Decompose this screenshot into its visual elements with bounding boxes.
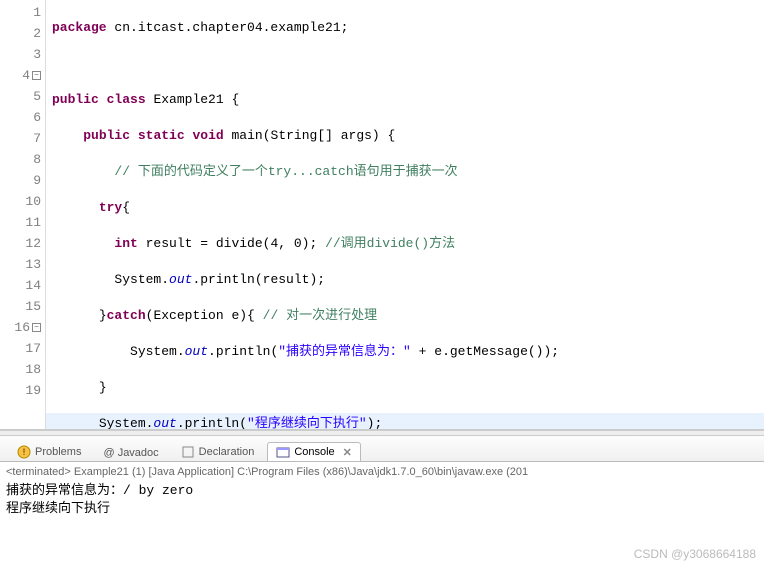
gutter-line: 1 bbox=[0, 2, 45, 23]
watermark: CSDN @y3068664188 bbox=[634, 547, 756, 561]
gutter-line: 3 bbox=[0, 44, 45, 65]
code-editor: 1 2 3 4− 5 6 7 8 9 10 11 12 13 14 15 16−… bbox=[0, 0, 764, 430]
gutter-line: 13 bbox=[0, 254, 45, 275]
gutter-line: 7 bbox=[0, 128, 45, 149]
code-line: int result = divide(4, 0); //调用divide()方… bbox=[46, 233, 764, 254]
gutter-line: 12 bbox=[0, 233, 45, 254]
fold-icon[interactable]: − bbox=[32, 323, 41, 332]
tab-console[interactable]: Console ✕ bbox=[267, 442, 361, 461]
code-line: public static void main(String[] args) { bbox=[46, 125, 764, 146]
gutter-line: 8 bbox=[0, 149, 45, 170]
fold-icon[interactable]: − bbox=[32, 71, 41, 80]
gutter-line: 11 bbox=[0, 212, 45, 233]
gutter-line: 6 bbox=[0, 107, 45, 128]
code-line-current: System.out.println("程序继续向下执行"); bbox=[46, 413, 764, 429]
gutter-line: 5 bbox=[0, 86, 45, 107]
gutter-line: 14 bbox=[0, 275, 45, 296]
code-line: package cn.itcast.chapter04.example21; bbox=[46, 17, 764, 38]
code-line: // 下面的代码定义了一个try...catch语句用于捕获一次 bbox=[46, 161, 764, 182]
code-line bbox=[46, 53, 764, 74]
code-line: }catch(Exception e){ // 对一次进行处理 bbox=[46, 305, 764, 326]
code-line: } bbox=[46, 377, 764, 398]
code-content[interactable]: package cn.itcast.chapter04.example21; p… bbox=[46, 0, 764, 429]
declaration-icon bbox=[181, 445, 195, 459]
code-line: public class Example21 { bbox=[46, 89, 764, 110]
console-icon bbox=[276, 445, 290, 459]
tab-problems[interactable]: ! Problems bbox=[8, 442, 90, 461]
gutter-line: 4− bbox=[0, 65, 45, 86]
problems-icon: ! bbox=[17, 445, 31, 459]
tab-javadoc[interactable]: @ Javadoc bbox=[94, 444, 167, 461]
code-line: System.out.println("捕获的异常信息为：" + e.getMe… bbox=[46, 341, 764, 362]
console-panel: <terminated> Example21 (1) [Java Applica… bbox=[0, 462, 764, 522]
gutter-line: 16− bbox=[0, 317, 45, 338]
close-icon[interactable]: ✕ bbox=[339, 446, 352, 459]
tab-declaration[interactable]: Declaration bbox=[172, 442, 264, 461]
gutter-line: 17 bbox=[0, 338, 45, 359]
console-output-line: 捕获的异常信息为：/ by zero bbox=[6, 482, 758, 500]
console-output-line: 程序继续向下执行 bbox=[6, 500, 758, 518]
svg-text:!: ! bbox=[23, 447, 26, 457]
gutter-line: 10 bbox=[0, 191, 45, 212]
gutter-line: 18 bbox=[0, 359, 45, 380]
gutter-line: 15 bbox=[0, 296, 45, 317]
gutter-line: 9 bbox=[0, 170, 45, 191]
console-header: <terminated> Example21 (1) [Java Applica… bbox=[6, 466, 758, 478]
code-line: try{ bbox=[46, 197, 764, 218]
code-line: System.out.println(result); bbox=[46, 269, 764, 290]
gutter-line: 19 bbox=[0, 380, 45, 401]
gutter-line: 2 bbox=[0, 23, 45, 44]
bottom-tabs: ! Problems @ Javadoc Declaration Console… bbox=[0, 436, 764, 462]
line-gutter: 1 2 3 4− 5 6 7 8 9 10 11 12 13 14 15 16−… bbox=[0, 0, 46, 429]
